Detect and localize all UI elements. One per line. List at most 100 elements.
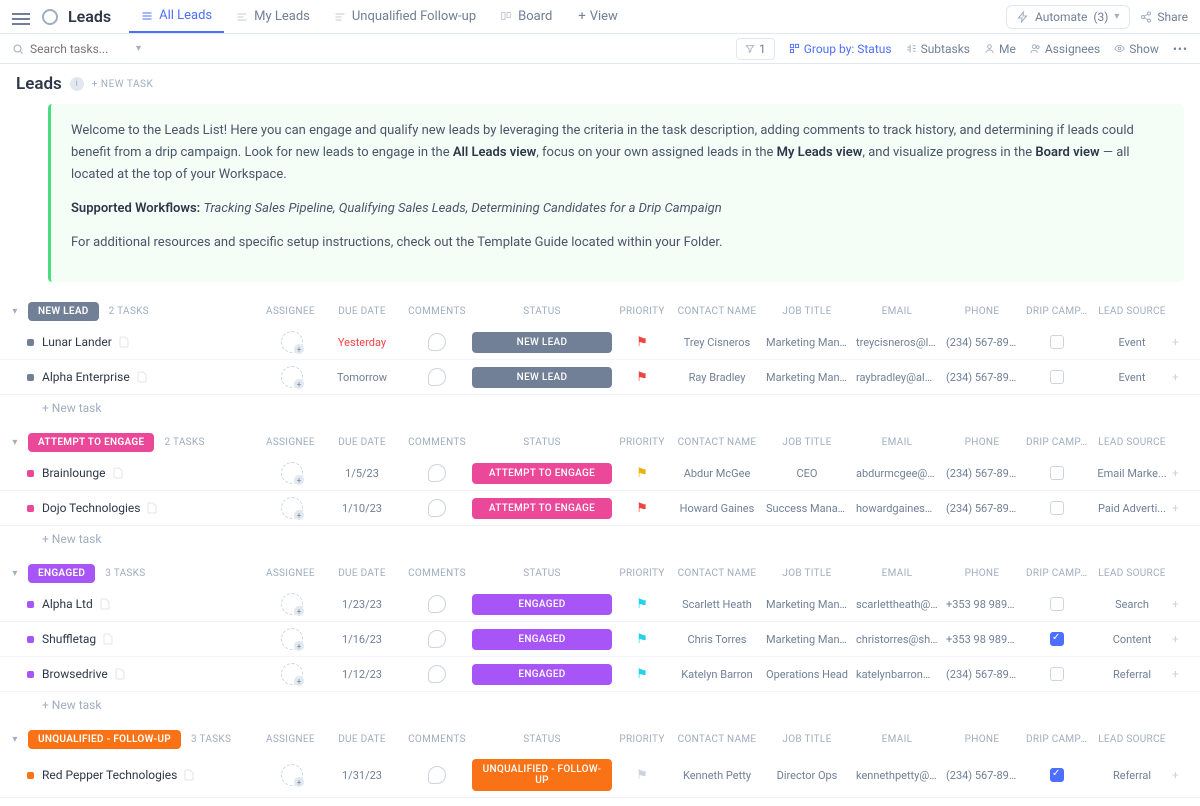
more-button[interactable]: ••• bbox=[1173, 42, 1188, 56]
status-cell[interactable]: ENGAGED bbox=[472, 629, 612, 650]
add-column-button[interactable]: + bbox=[1172, 466, 1192, 480]
priority-flag[interactable]: ⚑ bbox=[612, 370, 672, 385]
task-name[interactable]: Alpha Ltd bbox=[42, 597, 93, 611]
add-column-button[interactable]: + bbox=[1172, 597, 1192, 611]
info-icon[interactable]: i bbox=[70, 77, 84, 91]
due-date[interactable]: Yesterday bbox=[322, 336, 402, 349]
status-cell[interactable]: NEW LEAD bbox=[472, 332, 612, 353]
priority-flag[interactable]: ⚑ bbox=[612, 501, 672, 516]
drip-cell[interactable] bbox=[1022, 597, 1092, 611]
comments-cell[interactable] bbox=[402, 595, 472, 613]
task-row[interactable]: Shuffletag 1/16/23 ENGAGED ⚑ Chris Torre… bbox=[0, 622, 1200, 657]
priority-flag[interactable]: ⚑ bbox=[612, 597, 672, 612]
priority-flag[interactable]: ⚑ bbox=[612, 768, 672, 783]
comments-cell[interactable] bbox=[402, 766, 472, 784]
collapse-icon[interactable]: ▾ bbox=[8, 305, 22, 319]
search-input[interactable] bbox=[30, 42, 130, 56]
assignee-cell[interactable] bbox=[262, 497, 322, 519]
drip-cell[interactable] bbox=[1022, 768, 1092, 782]
assignee-cell[interactable] bbox=[262, 593, 322, 615]
task-name[interactable]: Shuffletag bbox=[42, 632, 96, 646]
due-date[interactable]: 1/31/23 bbox=[322, 769, 402, 782]
tab-my-leads[interactable]: My Leads bbox=[224, 0, 322, 33]
task-row[interactable]: Browsedrive 1/12/23 ENGAGED ⚑ Katelyn Ba… bbox=[0, 657, 1200, 692]
tab-all-leads[interactable]: All Leads bbox=[129, 0, 224, 33]
collapse-icon[interactable]: ▾ bbox=[8, 567, 22, 581]
add-column-button[interactable]: + bbox=[1172, 667, 1192, 681]
status-cell[interactable]: UNQUALIFIED - FOLLOW-UP bbox=[472, 759, 612, 791]
task-name[interactable]: Lunar Lander bbox=[42, 335, 112, 349]
task-row[interactable]: Dojo Technologies 1/10/23 ATTEMPT TO ENG… bbox=[0, 491, 1200, 526]
assignee-cell[interactable] bbox=[262, 366, 322, 388]
comments-cell[interactable] bbox=[402, 368, 472, 386]
add-column-button[interactable]: + bbox=[1172, 632, 1192, 646]
assignees-button[interactable]: Assignees bbox=[1030, 42, 1100, 56]
status-pill[interactable]: UNQUALIFIED - FOLLOW-UP bbox=[28, 730, 181, 749]
task-row[interactable]: Brainlounge 1/5/23 ATTEMPT TO ENGAGE ⚑ A… bbox=[0, 456, 1200, 491]
comments-cell[interactable] bbox=[402, 464, 472, 482]
drip-cell[interactable] bbox=[1022, 667, 1092, 681]
due-date[interactable]: 1/16/23 bbox=[322, 633, 402, 646]
tab-unqualified-follow-up[interactable]: Unqualified Follow-up bbox=[322, 0, 488, 33]
task-row[interactable]: Alpha Enterprise Tomorrow NEW LEAD ⚑ Ray… bbox=[0, 360, 1200, 395]
drip-cell[interactable] bbox=[1022, 370, 1092, 384]
comments-cell[interactable] bbox=[402, 333, 472, 351]
drip-cell[interactable] bbox=[1022, 501, 1092, 515]
drip-cell[interactable] bbox=[1022, 335, 1092, 349]
status-pill[interactable]: ENGAGED bbox=[28, 564, 95, 583]
due-date[interactable]: Tomorrow bbox=[322, 371, 402, 384]
assignee-cell[interactable] bbox=[262, 331, 322, 353]
me-button[interactable]: Me bbox=[984, 42, 1016, 56]
task-name[interactable]: Alpha Enterprise bbox=[42, 370, 130, 384]
due-date[interactable]: 1/5/23 bbox=[322, 467, 402, 480]
status-cell[interactable]: NEW LEAD bbox=[472, 367, 612, 388]
task-row[interactable]: Red Pepper Technologies 1/31/23 UNQUALIF… bbox=[0, 753, 1200, 798]
add-column-button[interactable]: + bbox=[1172, 768, 1192, 782]
assignee-cell[interactable] bbox=[262, 663, 322, 685]
add-column-button[interactable]: + bbox=[1172, 501, 1192, 515]
priority-flag[interactable]: ⚑ bbox=[612, 632, 672, 647]
automate-button[interactable]: Automate (3) ▾ bbox=[1006, 5, 1130, 29]
status-pill[interactable]: NEW LEAD bbox=[28, 302, 99, 321]
task-name[interactable]: Dojo Technologies bbox=[42, 501, 140, 515]
collapse-icon[interactable]: ▾ bbox=[8, 733, 22, 747]
due-date[interactable]: 1/23/23 bbox=[322, 598, 402, 611]
new-task-row[interactable]: + New task bbox=[0, 395, 1200, 421]
status-cell[interactable]: ATTEMPT TO ENGAGE bbox=[472, 498, 612, 519]
add-column-button[interactable]: + bbox=[1172, 335, 1192, 349]
due-date[interactable]: 1/12/23 bbox=[322, 668, 402, 681]
drip-cell[interactable] bbox=[1022, 466, 1092, 480]
add-column-button[interactable]: + bbox=[1172, 370, 1192, 384]
priority-flag[interactable]: ⚑ bbox=[612, 466, 672, 481]
drip-cell[interactable] bbox=[1022, 632, 1092, 646]
collapse-icon[interactable]: ▾ bbox=[8, 436, 22, 450]
new-task-row[interactable]: + New task bbox=[0, 526, 1200, 552]
priority-flag[interactable]: ⚑ bbox=[612, 335, 672, 350]
status-cell[interactable]: ENGAGED bbox=[472, 594, 612, 615]
due-date[interactable]: 1/10/23 bbox=[322, 502, 402, 515]
status-cell[interactable]: ENGAGED bbox=[472, 664, 612, 685]
comments-cell[interactable] bbox=[402, 630, 472, 648]
chevron-down-icon[interactable]: ▾ bbox=[136, 43, 141, 54]
hamburger-icon[interactable] bbox=[12, 10, 30, 24]
assignee-cell[interactable] bbox=[262, 764, 322, 786]
assignee-cell[interactable] bbox=[262, 628, 322, 650]
show-button[interactable]: Show bbox=[1114, 42, 1159, 56]
task-name[interactable]: Red Pepper Technologies bbox=[42, 768, 177, 782]
group-by-button[interactable]: Group by: Status bbox=[789, 42, 892, 56]
task-row[interactable]: Alpha Ltd 1/23/23 ENGAGED ⚑ Scarlett Hea… bbox=[0, 587, 1200, 622]
assignee-cell[interactable] bbox=[262, 462, 322, 484]
comments-cell[interactable] bbox=[402, 499, 472, 517]
task-row[interactable]: Lunar Lander Yesterday NEW LEAD ⚑ Trey C… bbox=[0, 325, 1200, 360]
new-task-link[interactable]: + NEW TASK bbox=[92, 79, 153, 90]
tab-board[interactable]: Board bbox=[488, 0, 564, 33]
status-pill[interactable]: ATTEMPT TO ENGAGE bbox=[28, 433, 154, 452]
task-name[interactable]: Brainlounge bbox=[42, 466, 106, 480]
subtasks-button[interactable]: Subtasks bbox=[906, 42, 970, 56]
filter-chip[interactable]: 1 bbox=[736, 38, 775, 60]
task-name[interactable]: Browsedrive bbox=[42, 667, 108, 681]
new-task-row[interactable]: + New task bbox=[0, 692, 1200, 718]
comments-cell[interactable] bbox=[402, 665, 472, 683]
add-view-button[interactable]: +View bbox=[568, 3, 628, 30]
status-cell[interactable]: ATTEMPT TO ENGAGE bbox=[472, 463, 612, 484]
